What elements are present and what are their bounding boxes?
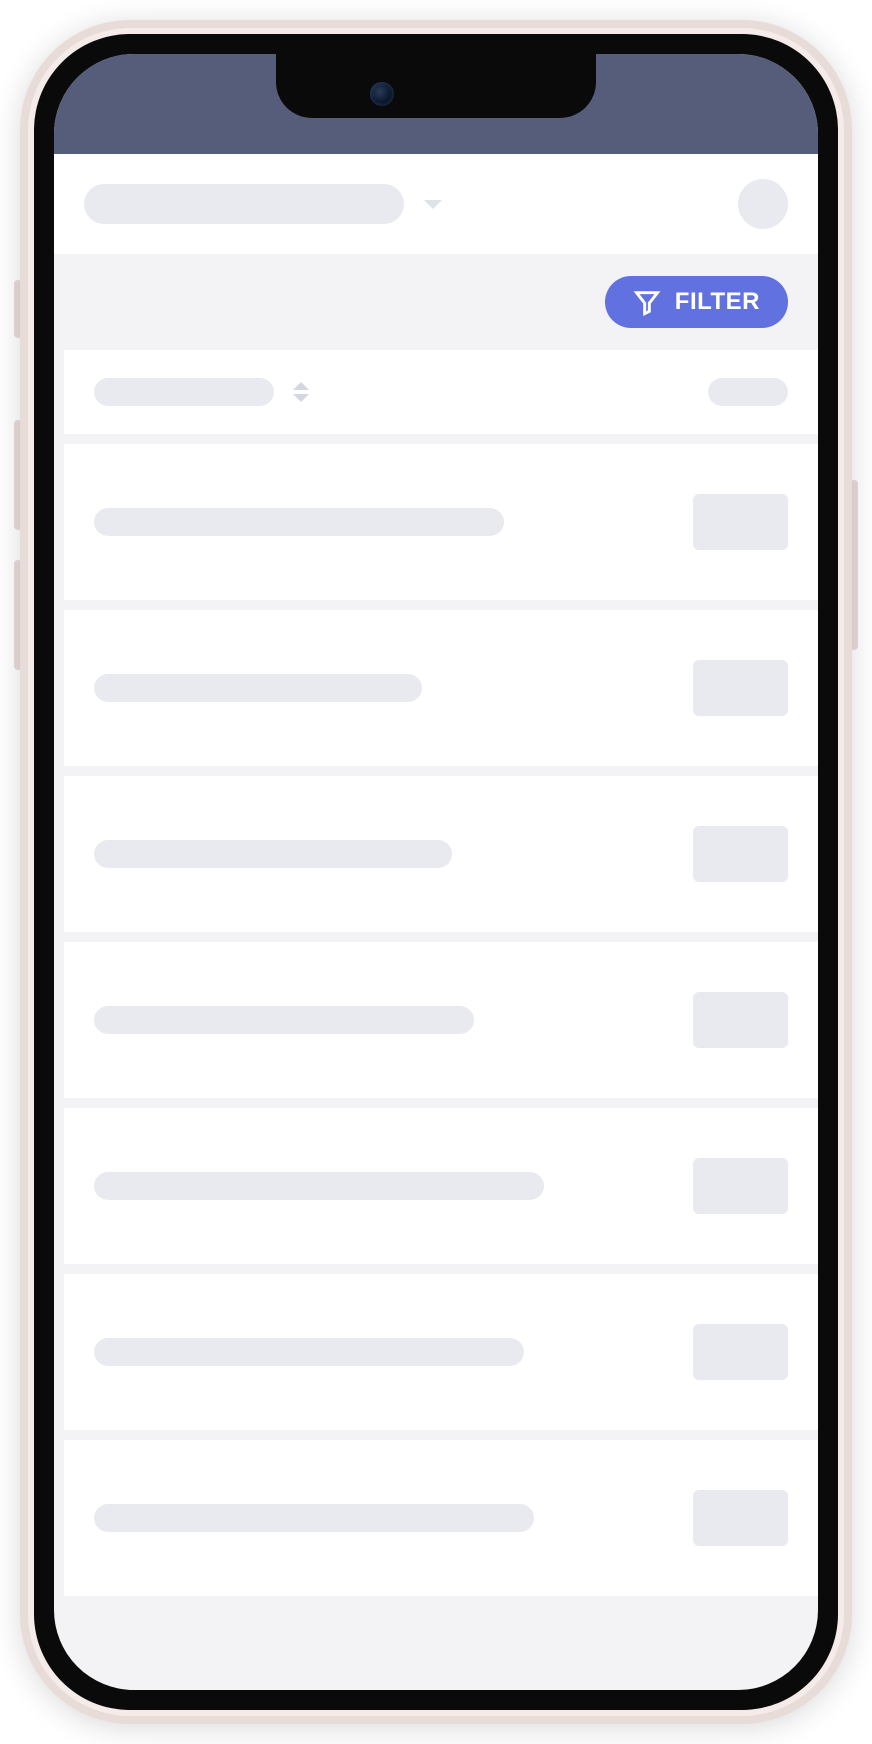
filter-bar: FILTER — [54, 254, 818, 350]
row-badge-skeleton — [693, 1158, 788, 1214]
table-row[interactable] — [64, 942, 818, 1098]
table-row[interactable] — [64, 1274, 818, 1430]
avatar[interactable] — [738, 179, 788, 229]
row-badge-skeleton — [693, 992, 788, 1048]
row-text-skeleton — [94, 840, 452, 868]
filter-button-label: FILTER — [675, 288, 760, 316]
row-badge-skeleton — [693, 1490, 788, 1546]
column-header-right-skeleton[interactable] — [708, 378, 788, 406]
filter-button[interactable]: FILTER — [605, 276, 788, 328]
row-badge-skeleton — [693, 660, 788, 716]
table-row[interactable] — [64, 1440, 818, 1596]
screen: FILTER — [54, 54, 818, 1690]
row-text-skeleton — [94, 1504, 534, 1532]
row-text-skeleton — [94, 1338, 524, 1366]
header-title-skeleton[interactable] — [84, 184, 404, 224]
row-text-skeleton — [94, 674, 422, 702]
chevron-down-icon[interactable] — [422, 197, 444, 211]
notch — [276, 54, 596, 118]
row-text-skeleton — [94, 1006, 474, 1034]
row-text-skeleton — [94, 508, 504, 536]
row-text-skeleton — [94, 1172, 544, 1200]
sort-icon[interactable] — [292, 381, 310, 403]
table-row[interactable] — [64, 1108, 818, 1264]
front-camera — [370, 82, 394, 106]
table-header — [64, 350, 818, 434]
row-badge-skeleton — [693, 826, 788, 882]
table — [54, 350, 818, 1596]
table-row[interactable] — [64, 444, 818, 600]
row-badge-skeleton — [693, 494, 788, 550]
phone-device-frame: FILTER — [20, 20, 852, 1724]
column-header-left-skeleton[interactable] — [94, 378, 274, 406]
app-header — [54, 154, 818, 254]
filter-icon — [633, 288, 661, 316]
row-badge-skeleton — [693, 1324, 788, 1380]
table-row[interactable] — [64, 610, 818, 766]
table-row[interactable] — [64, 776, 818, 932]
